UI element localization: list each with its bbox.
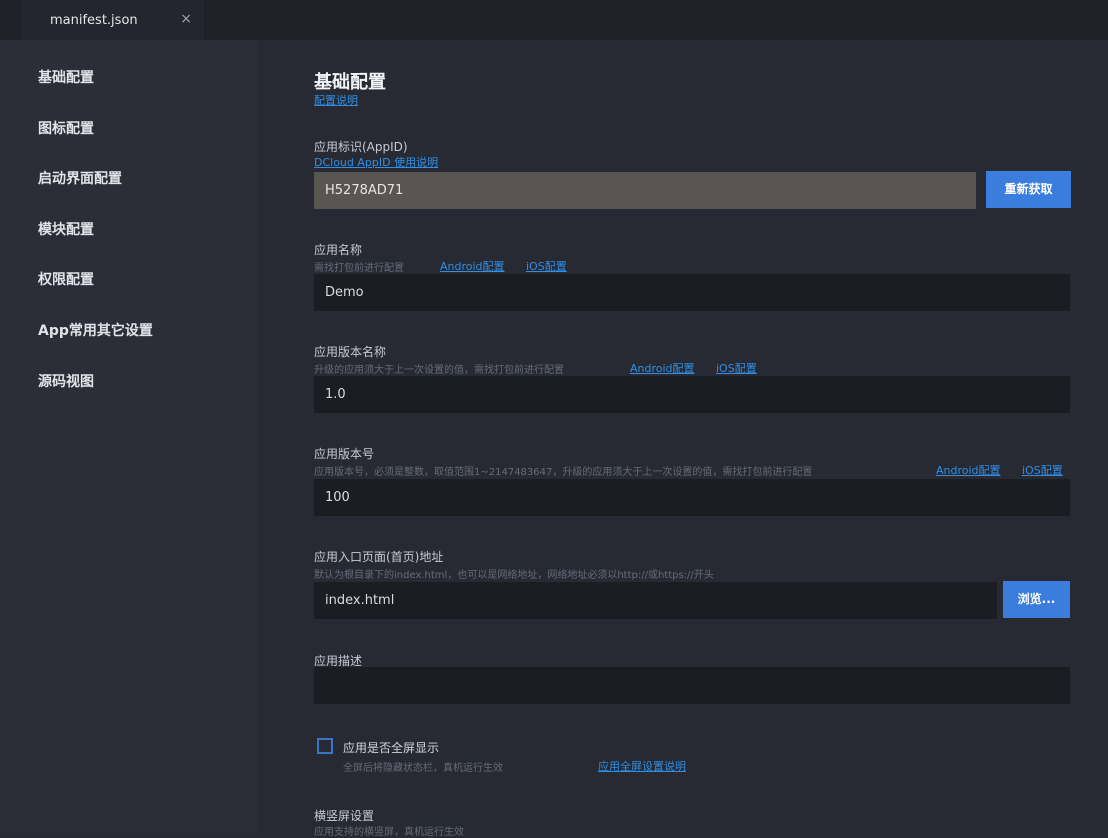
config-help-link[interactable]: 配置说明 [314,92,358,108]
version-name-android-link[interactable]: Android配置 [630,360,695,376]
tab-bar: manifest.json × [0,0,1108,41]
page-title: 基础配置 [314,72,386,93]
tab-manifest[interactable]: manifest.json × [22,0,204,41]
sidebar-item-splash[interactable]: 启动界面配置 [38,168,122,188]
fullscreen-label: 应用是否全屏显示 [343,741,440,755]
close-icon[interactable]: × [180,11,192,27]
version-code-android-link[interactable]: Android配置 [936,462,1001,478]
sidebar-item-source-view[interactable]: 源码视图 [38,371,94,391]
entry-page-input[interactable]: index.html [314,582,997,619]
tab-title: manifest.json [50,13,138,28]
browse-button[interactable]: 浏览... [1003,581,1070,618]
version-code-ios-link[interactable]: iOS配置 [1022,462,1063,478]
version-name-ios-link[interactable]: iOS配置 [716,360,757,376]
settings-sidebar: 基础配置 图标配置 启动界面配置 模块配置 权限配置 App常用其它设置 源码视… [22,40,257,833]
app-description-input[interactable] [314,667,1070,704]
orientation-label: 横竖屏设置 [314,809,375,823]
sidebar-item-permissions[interactable]: 权限配置 [38,269,94,289]
fullscreen-help-link[interactable]: 应用全屏设置说明 [598,758,686,774]
version-name-label: 应用版本名称 [314,345,387,359]
app-name-ios-link[interactable]: iOS配置 [526,258,567,274]
version-code-label: 应用版本号 [314,447,375,461]
sidebar-item-icons[interactable]: 图标配置 [38,118,94,138]
app-name-label: 应用名称 [314,243,363,257]
sidebar-item-modules[interactable]: 模块配置 [38,219,94,239]
app-name-input[interactable]: Demo [314,274,1070,311]
sidebar-item-basic[interactable]: 基础配置 [38,67,94,87]
version-code-description: 应用版本号，必须是整数，取值范围1~2147483647，升级的应用须大于上一次… [314,467,813,478]
entry-page-description: 默认为根目录下的index.html，也可以是网络地址，网络地址必须以http:… [314,570,714,581]
appid-help-link[interactable]: DCloud AppID 使用说明 [314,154,438,170]
left-gutter [0,40,22,833]
fullscreen-description: 全屏后将隐藏状态栏，真机运行生效 [343,763,503,774]
sidebar-item-other-settings[interactable]: App常用其它设置 [38,320,153,340]
fullscreen-checkbox[interactable] [317,738,333,754]
appid-field: H5278AD71 [314,172,976,209]
settings-main-panel: 基础配置 配置说明 应用标识(AppID) DCloud AppID 使用说明 … [257,40,1108,838]
orientation-description: 应用支持的横竖屏，真机运行生效 [314,827,464,838]
refresh-appid-button[interactable]: 重新获取 [986,171,1071,208]
app-name-description: 需找打包前进行配置 [314,263,404,274]
version-name-input[interactable]: 1.0 [314,376,1070,413]
version-name-description: 升级的应用须大于上一次设置的值，需找打包前进行配置 [314,365,564,376]
entry-page-label: 应用入口页面(首页)地址 [314,550,444,564]
appid-label: 应用标识(AppID) [314,140,408,154]
tab-strip-background [204,0,1108,40]
version-code-input[interactable]: 100 [314,479,1070,516]
app-name-android-link[interactable]: Android配置 [440,258,505,274]
